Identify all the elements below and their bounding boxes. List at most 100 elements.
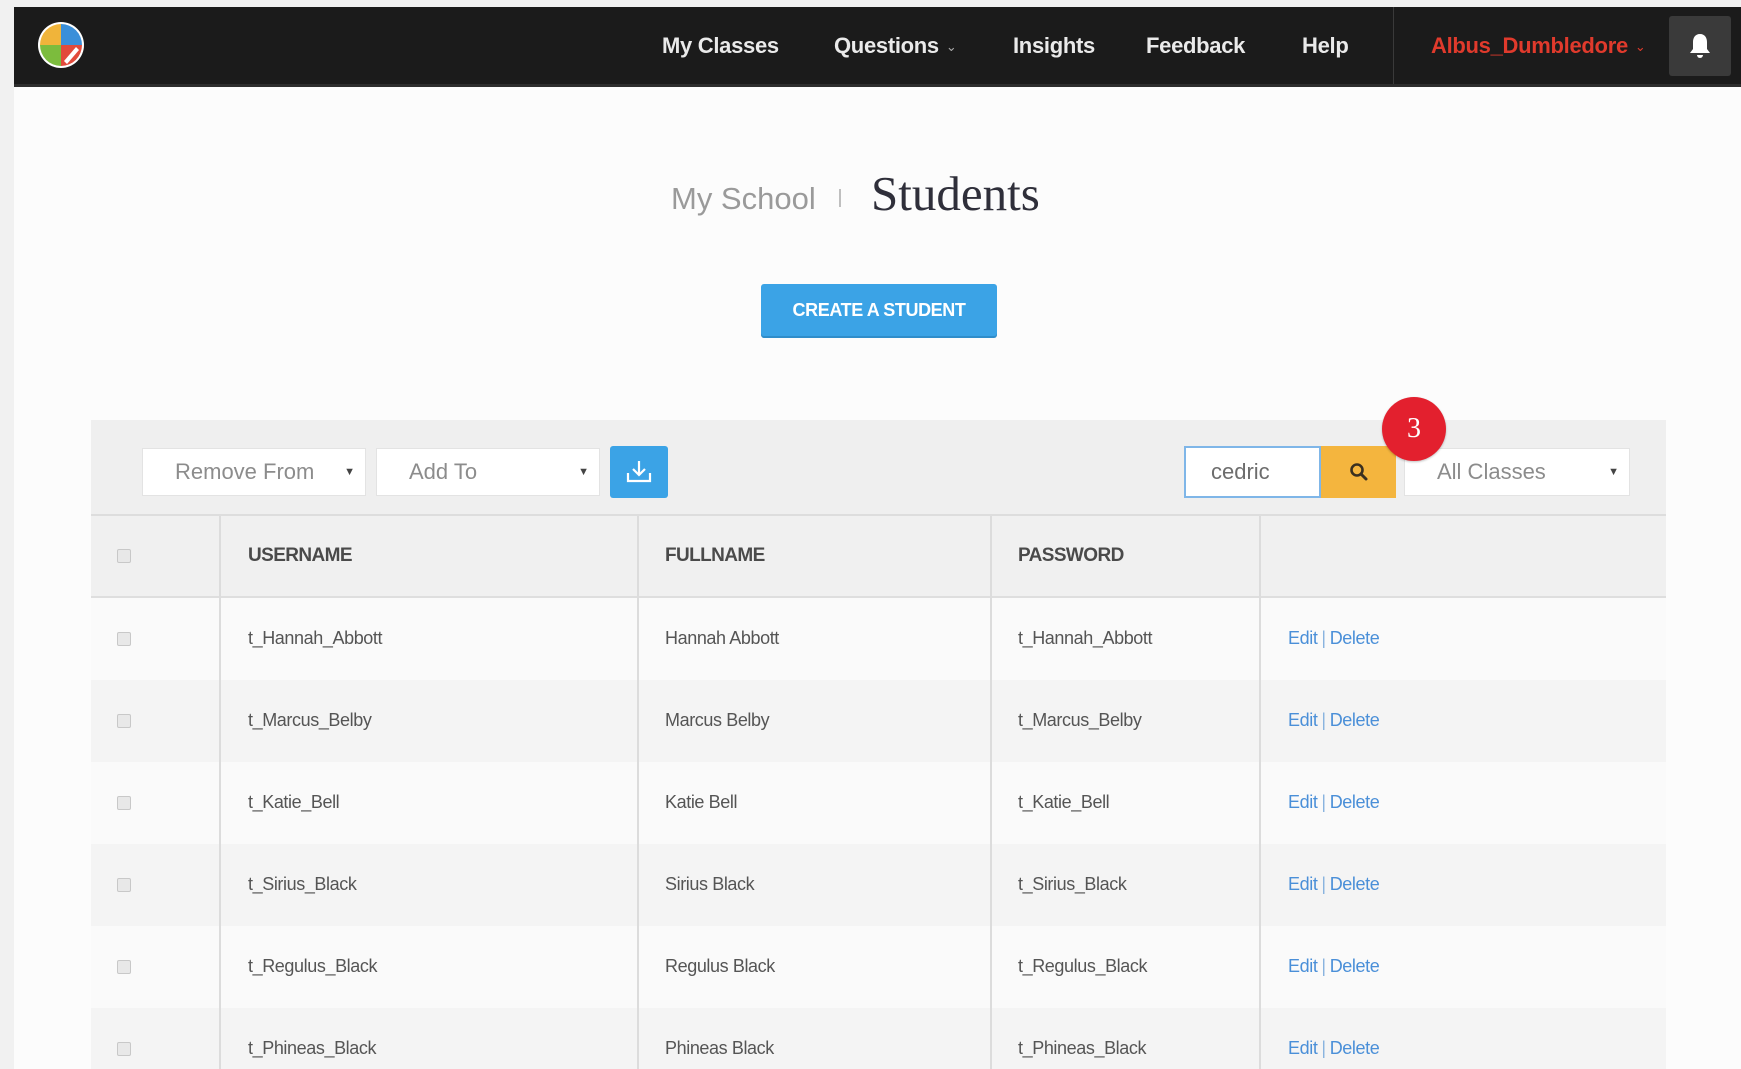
cell-password: t_Phineas_Black (1018, 1038, 1147, 1058)
select-all-cell (117, 516, 131, 598)
edit-link[interactable]: Edit (1288, 874, 1318, 894)
column-divider (637, 516, 639, 1069)
cell-actions: Edit | Delete (1288, 762, 1380, 844)
row-checkbox[interactable] (117, 796, 131, 811)
row-checkbox[interactable] (117, 878, 131, 893)
notifications-button[interactable] (1669, 16, 1731, 76)
delete-link[interactable]: Delete (1330, 874, 1380, 894)
column-divider (990, 516, 992, 1069)
add-to-label: Add To (409, 459, 478, 484)
row-checkbox[interactable] (117, 632, 131, 647)
edit-link[interactable]: Edit (1288, 628, 1318, 648)
cell-fullname: Marcus Belby (665, 710, 770, 730)
table-header-row: USERNAME FULLNAME PASSWORD (91, 516, 1666, 598)
column-header-password[interactable]: PASSWORD (1018, 516, 1124, 598)
chevron-down-icon: ⌄ (945, 39, 957, 54)
page-title: Students (871, 166, 1040, 221)
edit-link[interactable]: Edit (1288, 710, 1318, 730)
row-select-cell (117, 598, 131, 680)
cell-fullname: Regulus Black (665, 956, 775, 976)
row-select-cell (117, 1008, 131, 1069)
edit-link[interactable]: Edit (1288, 792, 1318, 812)
table-row: t_Marcus_Belby Marcus Belby t_Marcus_Belby… (91, 680, 1666, 762)
dropdown-arrow-icon: ▼ (344, 466, 355, 478)
cell-actions: Edit | Delete (1288, 1008, 1380, 1069)
add-to-select[interactable]: Add To ▼ (376, 448, 600, 496)
search-icon (1350, 463, 1368, 481)
table-row: t_Katie_Bell Katie Bell t_Katie_Bell Edit | D… (91, 762, 1666, 844)
remove-from-select[interactable]: Remove From ▼ (142, 448, 366, 496)
search-input[interactable] (1184, 446, 1321, 498)
cell-username: t_Sirius_Black (248, 874, 357, 894)
row-checkbox[interactable] (117, 714, 131, 729)
edit-link[interactable]: Edit (1288, 956, 1318, 976)
delete-link[interactable]: Delete (1330, 956, 1380, 976)
class-filter-label: All Classes (1437, 459, 1546, 484)
create-student-button[interactable]: CREATE A STUDENT (761, 284, 997, 336)
user-name: Albus_Dumbledore (1431, 33, 1628, 58)
action-separator: | (1321, 628, 1326, 648)
select-all-checkbox[interactable] (117, 548, 131, 563)
breadcrumb-my-school[interactable]: My School (671, 181, 816, 217)
action-separator: | (1321, 1038, 1326, 1058)
action-separator: | (1321, 874, 1326, 894)
table-row: t_Sirius_Black Sirius Black t_Sirius_Black… (91, 844, 1666, 926)
cell-password: t_Katie_Bell (1018, 792, 1110, 812)
row-select-cell (117, 680, 131, 762)
cell-password: t_Hannah_Abbott (1018, 628, 1153, 648)
column-header-fullname[interactable]: FULLNAME (665, 516, 765, 598)
nav-my-classes[interactable]: My Classes (662, 7, 779, 84)
dropdown-arrow-icon: ▼ (1608, 466, 1619, 478)
row-checkbox[interactable] (117, 1042, 131, 1057)
action-separator: | (1321, 792, 1326, 812)
edit-link[interactable]: Edit (1288, 1038, 1318, 1058)
cell-password: t_Sirius_Black (1018, 874, 1127, 894)
cell-username: t_Katie_Bell (248, 792, 340, 812)
app-frame: My Classes Questions ⌄ Insights Feedback … (14, 7, 1741, 1069)
row-checkbox[interactable] (117, 960, 131, 975)
action-separator: | (1321, 710, 1326, 730)
cell-username: t_Phineas_Black (248, 1038, 377, 1058)
table-row: t_Phineas_Black Phineas Black t_Phineas_Bl… (91, 1008, 1666, 1069)
pie-logo-icon[interactable] (36, 20, 86, 70)
delete-link[interactable]: Delete (1330, 710, 1380, 730)
step-number-badge: 3 (1382, 397, 1446, 461)
cell-actions: Edit | Delete (1288, 844, 1380, 926)
column-header-username[interactable]: USERNAME (248, 516, 353, 598)
nav-insights[interactable]: Insights (1013, 7, 1095, 84)
bell-icon (1690, 34, 1710, 58)
delete-link[interactable]: Delete (1330, 792, 1380, 812)
row-select-cell (117, 926, 131, 1008)
download-button[interactable] (610, 446, 668, 498)
breadcrumb-separator (839, 189, 841, 207)
cell-fullname: Katie Bell (665, 792, 738, 812)
cell-username: t_Regulus_Black (248, 956, 378, 976)
cell-password: t_Marcus_Belby (1018, 710, 1142, 730)
students-panel: Remove From ▼ Add To ▼ cedric All Classe… (91, 420, 1666, 1069)
breadcrumb: My School Students (14, 165, 1741, 225)
user-menu[interactable]: Albus_Dumbledore ⌄ (1431, 7, 1646, 84)
nav-questions[interactable]: Questions ⌄ (834, 7, 957, 84)
column-divider (1259, 516, 1261, 1069)
cell-actions: Edit | Delete (1288, 598, 1380, 680)
delete-link[interactable]: Delete (1330, 628, 1380, 648)
cell-fullname: Hannah Abbott (665, 628, 779, 648)
remove-from-label: Remove From (175, 459, 315, 484)
cell-actions: Edit | Delete (1288, 926, 1380, 1008)
cell-actions: Edit | Delete (1288, 680, 1380, 762)
class-filter-select[interactable]: All Classes ▼ (1404, 448, 1630, 496)
search-button[interactable] (1321, 446, 1396, 498)
chevron-down-icon: ⌄ (1634, 39, 1646, 54)
action-separator: | (1321, 956, 1326, 976)
cell-fullname: Phineas Black (665, 1038, 774, 1058)
row-select-cell (117, 844, 131, 926)
cell-username: t_Marcus_Belby (248, 710, 372, 730)
delete-link[interactable]: Delete (1330, 1038, 1380, 1058)
top-nav: My Classes Questions ⌄ Insights Feedback … (14, 7, 1741, 87)
nav-feedback[interactable]: Feedback (1146, 7, 1245, 84)
column-divider (219, 516, 221, 1069)
cell-password: t_Regulus_Black (1018, 956, 1148, 976)
cell-fullname: Sirius Black (665, 874, 755, 894)
nav-help[interactable]: Help (1302, 7, 1349, 84)
nav-questions-label: Questions (834, 33, 939, 58)
